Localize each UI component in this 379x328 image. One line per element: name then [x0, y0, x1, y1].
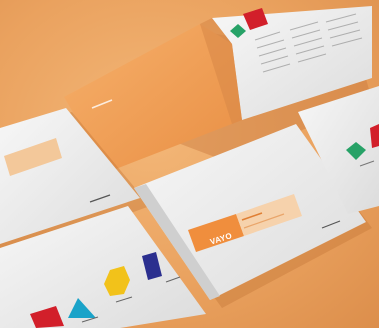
photo-scene: VAYO: [0, 0, 379, 328]
mockup-illustration: [0, 6, 379, 328]
